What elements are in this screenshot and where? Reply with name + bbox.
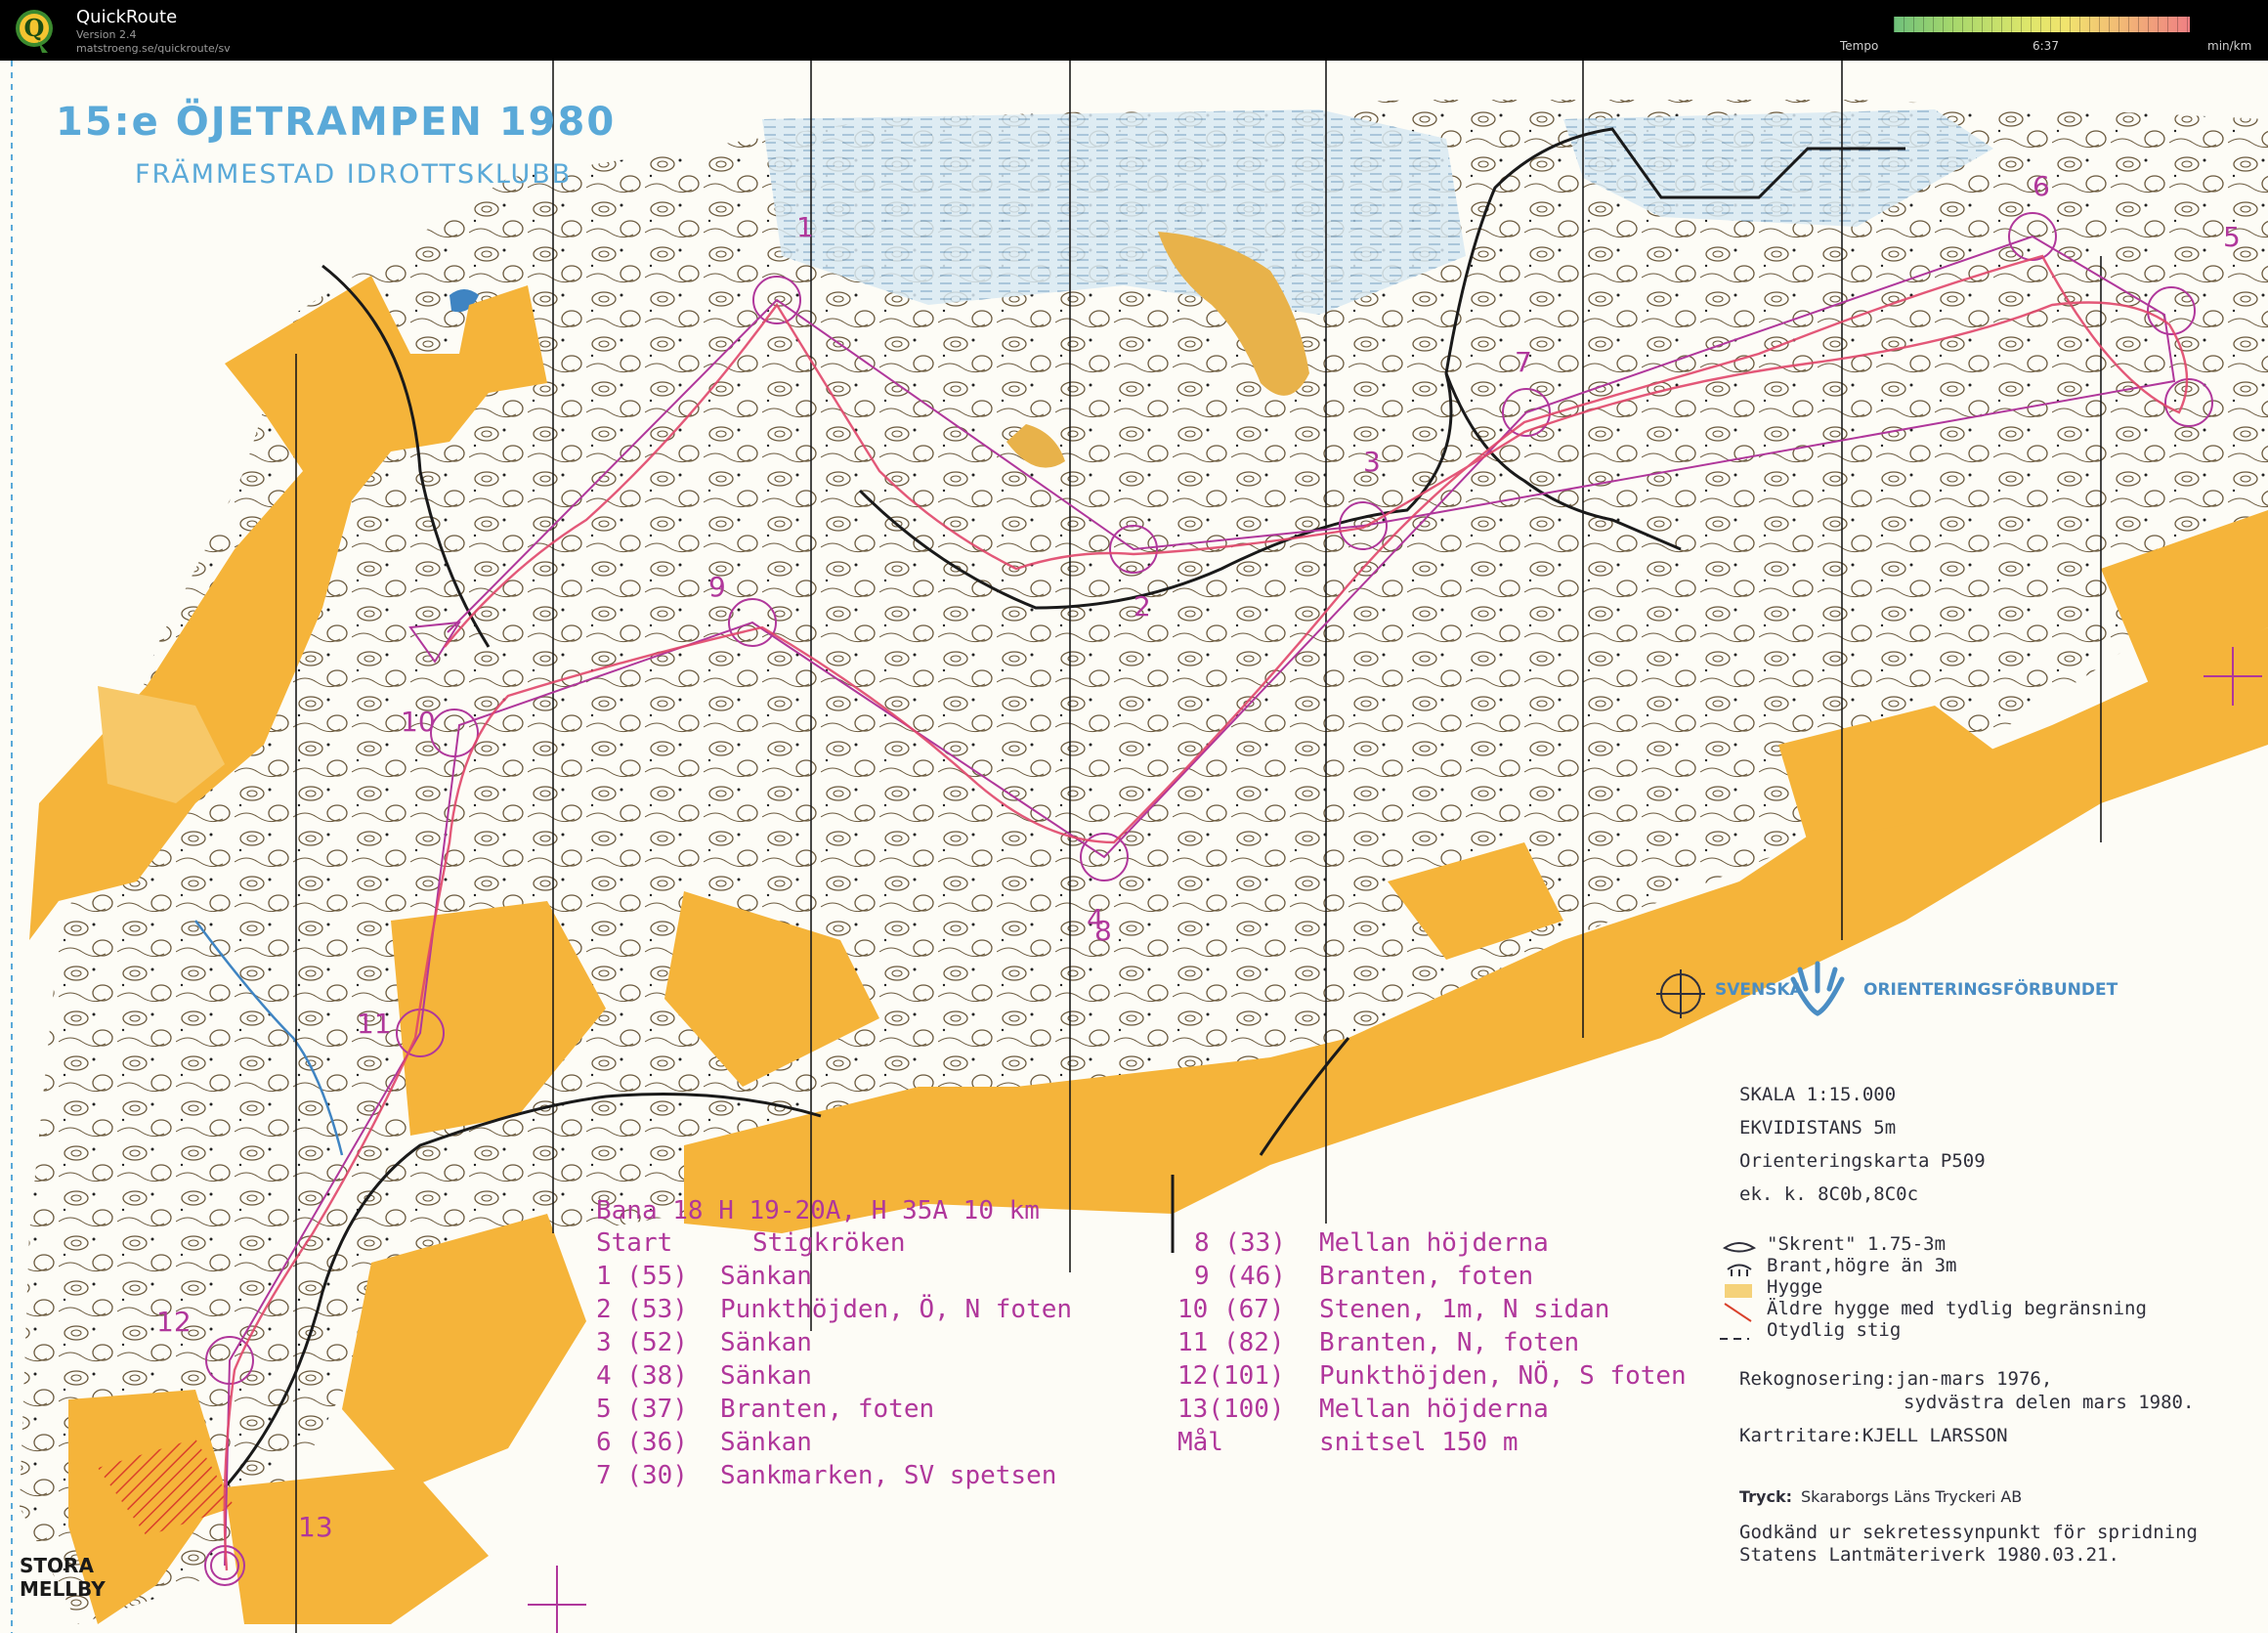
control-description: Branten, N, foten — [1319, 1328, 1580, 1357]
control-code: 7 (30) — [596, 1461, 688, 1490]
control-number: 12 — [156, 1306, 192, 1338]
course-start-desc: Stigkröken — [752, 1228, 906, 1258]
control-description: Punkthöjden, Ö, N foten — [720, 1295, 1073, 1324]
control-description: Mellan höjderna — [1319, 1228, 1549, 1258]
finish-label: Mål — [1177, 1428, 1223, 1457]
map-title: 15:e ÖJETRAMPEN 1980 — [56, 100, 617, 145]
recon-info-2: sydvästra delen mars 1980. — [1904, 1392, 2195, 1413]
control-code: 6 (36) — [596, 1428, 688, 1457]
control-number: 10 — [401, 706, 436, 738]
app-version: Version 2.4 — [76, 28, 137, 41]
app-url: matstroeng.se/quickroute/sv — [76, 42, 231, 55]
open-land — [225, 1468, 489, 1624]
map-club-name: FRÄMMESTAD IDROTTSKLUBB — [135, 159, 573, 190]
control-description: Punkthöjden, NÖ, S foten — [1319, 1361, 1687, 1391]
map-number: Orienteringskarta P509 — [1739, 1150, 1986, 1172]
app-name: QuickRoute — [76, 7, 178, 27]
control-number: 8 — [1094, 915, 1112, 947]
course-header: Bana 18 H 19-20A, H 35A 10 km — [596, 1196, 1040, 1225]
control-number: 7 — [1515, 346, 1532, 378]
tempo-label: Tempo — [1840, 39, 1879, 53]
legend-item: Äldre hygge med tydlig begränsning — [1767, 1298, 2147, 1319]
recon-info: Rekognosering:jan-mars 1976, — [1739, 1368, 2053, 1390]
tempo-color-scale — [1894, 17, 2190, 32]
map-scale: SKALA 1:15.000 — [1739, 1084, 1897, 1105]
tempo-unit: min/km — [2207, 39, 2252, 53]
legend-item: Otydlig stig — [1767, 1319, 1902, 1341]
map-equidistance: EKVIDISTANS 5m — [1739, 1117, 1897, 1139]
control-code: 3 (52) — [596, 1328, 688, 1357]
control-description: Sänkan — [720, 1428, 812, 1457]
control-number: 9 — [708, 571, 726, 603]
approval-line-1: Godkänd ur sekretessynpunkt för spridnin… — [1739, 1522, 2198, 1543]
legend-item: Brant,högre än 3m — [1767, 1255, 1957, 1276]
control-number: 11 — [357, 1008, 392, 1040]
control-number: 3 — [1363, 446, 1381, 478]
control-description: Sankmarken, SV spetsen — [720, 1461, 1057, 1490]
control-number: 6 — [2033, 170, 2050, 202]
control-description: Mellan höjderna — [1319, 1395, 1549, 1424]
place-label-line-2: MELLBY — [20, 1577, 106, 1601]
control-code: 2 (53) — [596, 1295, 688, 1324]
cartographer: Kartritare:KJELL LARSSON — [1739, 1425, 2008, 1446]
app-titlebar: Q QuickRoute Version 2.4 matstroeng.se/q… — [0, 0, 2268, 61]
course-start-label: Start — [596, 1228, 673, 1258]
control-code: 12(101) — [1177, 1361, 1285, 1391]
place-label: STORA MELLBY — [20, 1554, 106, 1601]
marsh-area — [762, 109, 1466, 315]
federation-logo-icon — [1790, 961, 1845, 1016]
control-code: 10 (67) — [1177, 1295, 1285, 1324]
control-code: 4 (38) — [596, 1361, 688, 1391]
approval-line-2: Statens Lantmäteriverk 1980.03.21. — [1739, 1544, 2119, 1566]
logo-letter: Q — [24, 14, 45, 42]
map-sheet-ref: ek. k. 8C0b,8C0c — [1739, 1183, 1919, 1205]
quickroute-logo-icon: Q — [16, 10, 53, 53]
control-code: 1 (55) — [596, 1262, 688, 1291]
legend-symbols — [1720, 1242, 1757, 1340]
control-description: Stenen, 1m, N sidan — [1319, 1295, 1610, 1324]
control-code: 9 (46) — [1194, 1262, 1286, 1291]
control-code: 5 (37) — [596, 1395, 688, 1424]
place-label-line-1: STORA — [20, 1554, 94, 1577]
control-description: Branten, foten — [720, 1395, 935, 1424]
legend-item: "Skrent" 1.75-3m — [1767, 1233, 1947, 1255]
control-description: Sänkan — [720, 1328, 812, 1357]
control-code: 8 (33) — [1194, 1228, 1286, 1258]
control-number: 5 — [2223, 221, 2241, 253]
orienteering-map[interactable]: 1 2 3 4 5 6 7 8 9 10 11 12 13 15:e ÖJETR… — [0, 61, 2268, 1633]
federation-name-2: ORIENTERINGSFÖRBUNDET — [1863, 980, 2118, 1000]
tempo-value: 6:37 — [2033, 39, 2059, 53]
legend-item: Hygge — [1767, 1276, 1823, 1298]
control-number: 13 — [298, 1511, 333, 1543]
control-number: 1 — [796, 211, 814, 243]
finish-desc: snitsel 150 m — [1319, 1428, 1519, 1457]
printer-name: Skaraborgs Läns Tryckeri AB — [1801, 1487, 2023, 1506]
print-label: Tryck: — [1739, 1487, 1792, 1506]
control-code: 11 (82) — [1177, 1328, 1285, 1357]
control-description: Sänkan — [720, 1262, 812, 1291]
control-description: Sänkan — [720, 1361, 812, 1391]
control-description: Branten, foten — [1319, 1262, 1534, 1291]
control-code: 13(100) — [1177, 1395, 1285, 1424]
control-number: 2 — [1134, 590, 1151, 623]
